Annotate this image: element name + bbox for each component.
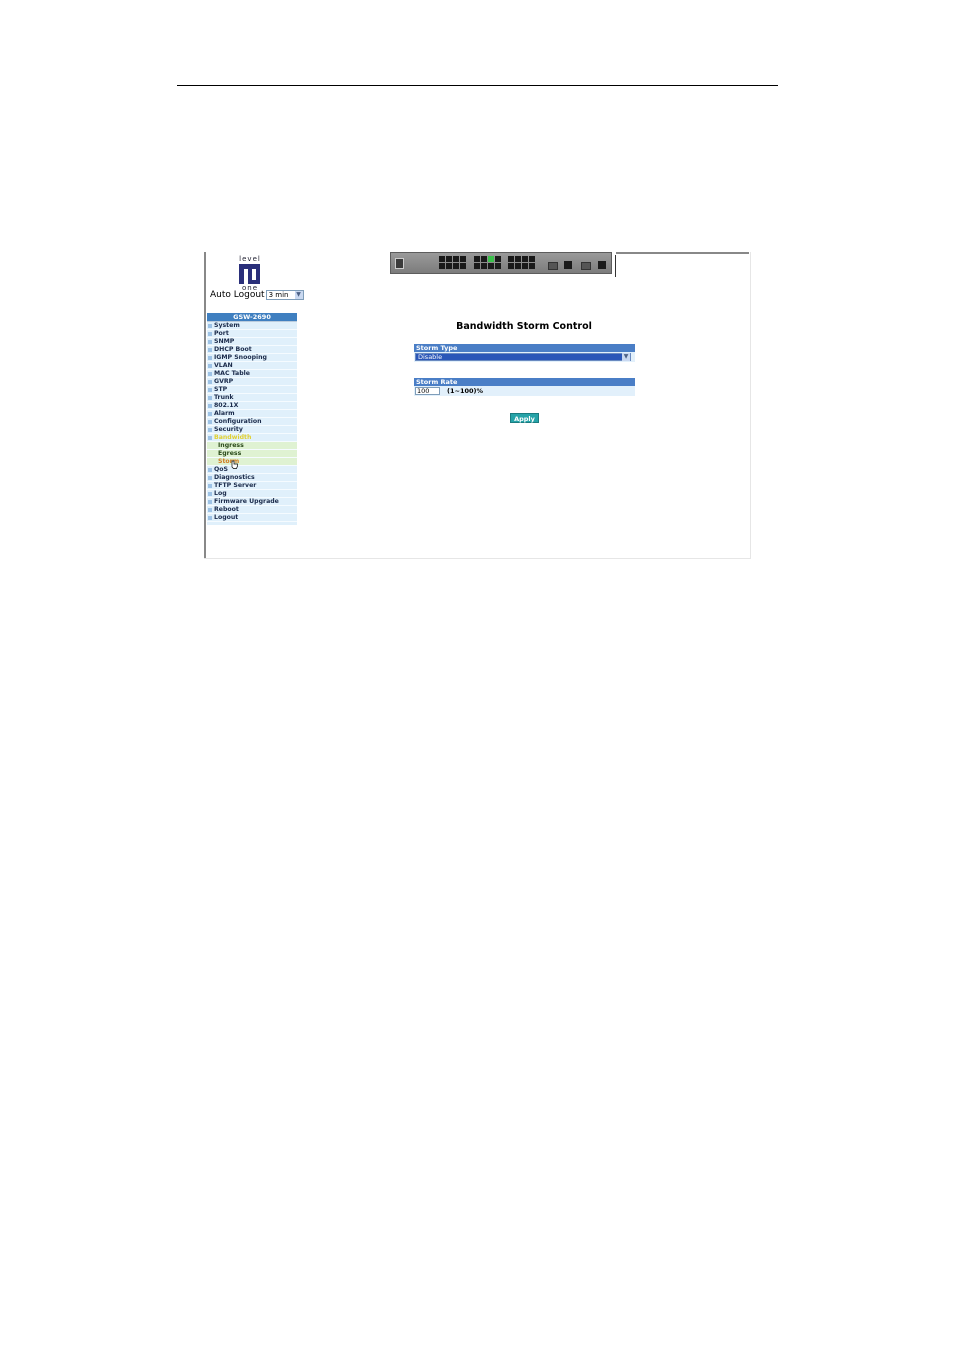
- sidebar-item-diagnostics[interactable]: Diagnostics: [207, 474, 297, 482]
- sidebar-subitem-storm[interactable]: Storm: [207, 458, 297, 466]
- levelone-logo: level one: [238, 256, 262, 292]
- frame-divider: [615, 255, 616, 277]
- auto-logout-label: Auto Logout: [210, 290, 265, 300]
- page-title: Bandwidth Storm Control: [456, 321, 592, 332]
- sidebar-item-qos[interactable]: QoS: [207, 466, 297, 474]
- menu-header-model: GSW-2690: [207, 313, 297, 322]
- menu-bottom-edge: [207, 522, 297, 525]
- port-group-3: [508, 256, 535, 269]
- port-group-1: [439, 256, 466, 269]
- frame-left-border: [204, 252, 206, 558]
- uplink-port-icon: [564, 261, 572, 269]
- sidebar-item-8021x[interactable]: 802.1X: [207, 402, 297, 410]
- sidebar-item-trunk[interactable]: Trunk: [207, 394, 297, 402]
- sidebar-item-alarm[interactable]: Alarm: [207, 410, 297, 418]
- sidebar-item-gvrp[interactable]: GVRP: [207, 378, 297, 386]
- sidebar-item-security[interactable]: Security: [207, 426, 297, 434]
- port-group-2: [474, 256, 501, 269]
- storm-rate-input[interactable]: 100: [415, 387, 440, 395]
- sfp-slot-icon: [581, 262, 591, 270]
- sidebar-subitem-ingress[interactable]: Ingress: [207, 442, 297, 450]
- auto-logout-value: 3 min: [268, 291, 289, 299]
- storm-type-panel: Storm Type Disable ▼: [414, 344, 635, 362]
- chevron-down-icon[interactable]: ▼: [294, 291, 303, 299]
- logo-mark-icon: [239, 264, 260, 284]
- apply-button[interactable]: Apply: [510, 413, 539, 423]
- storm-type-select[interactable]: Disable ▼: [415, 353, 631, 361]
- sidebar-menu: GSW-2690 System Port SNMP DHCP Boot IGMP…: [207, 313, 297, 525]
- sidebar-item-logout[interactable]: Logout: [207, 514, 297, 522]
- storm-type-value: Disable: [418, 353, 443, 361]
- auto-logout: Auto Logout 3 min ▼: [210, 290, 304, 300]
- sidebar-item-system[interactable]: System: [207, 322, 297, 330]
- panel-logo-icon: [395, 258, 404, 269]
- sidebar-item-firmware-upgrade[interactable]: Firmware Upgrade: [207, 498, 297, 506]
- sidebar-subitem-egress[interactable]: Egress: [207, 450, 297, 458]
- sidebar-item-port[interactable]: Port: [207, 330, 297, 338]
- sidebar-item-tftp-server[interactable]: TFTP Server: [207, 482, 297, 490]
- sidebar-item-log[interactable]: Log: [207, 490, 297, 498]
- storm-rate-label: Storm Rate: [414, 378, 635, 386]
- storm-rate-range: (1~100)%: [447, 387, 483, 395]
- sidebar-item-reboot[interactable]: Reboot: [207, 506, 297, 514]
- hand-pointer-icon: [231, 460, 238, 469]
- logo-top-text: level: [239, 255, 261, 263]
- sidebar-item-mac-table[interactable]: MAC Table: [207, 370, 297, 378]
- sidebar-item-vlan[interactable]: VLAN: [207, 362, 297, 370]
- storm-type-label: Storm Type: [414, 344, 635, 352]
- storm-rate-panel: Storm Rate 100 (1~100)%: [414, 378, 635, 396]
- sidebar-item-snmp[interactable]: SNMP: [207, 338, 297, 346]
- auto-logout-select[interactable]: 3 min ▼: [265, 290, 304, 300]
- switch-front-panel-image: [390, 252, 612, 274]
- chevron-down-icon[interactable]: ▼: [622, 353, 630, 361]
- page-header-rule: [177, 85, 778, 86]
- sidebar-item-bandwidth[interactable]: Bandwidth: [207, 434, 297, 442]
- uplink-port-icon: [598, 261, 606, 269]
- sidebar-item-configuration[interactable]: Configuration: [207, 418, 297, 426]
- frame-top-border: [616, 252, 749, 254]
- sfp-slot-icon: [548, 262, 558, 270]
- sidebar-item-igmp-snooping[interactable]: IGMP Snooping: [207, 354, 297, 362]
- web-ui-screenshot: level one Auto Logout 3 min ▼ GSW-2690 S…: [204, 252, 751, 559]
- sidebar-item-dhcp-boot[interactable]: DHCP Boot: [207, 346, 297, 354]
- sidebar-item-stp[interactable]: STP: [207, 386, 297, 394]
